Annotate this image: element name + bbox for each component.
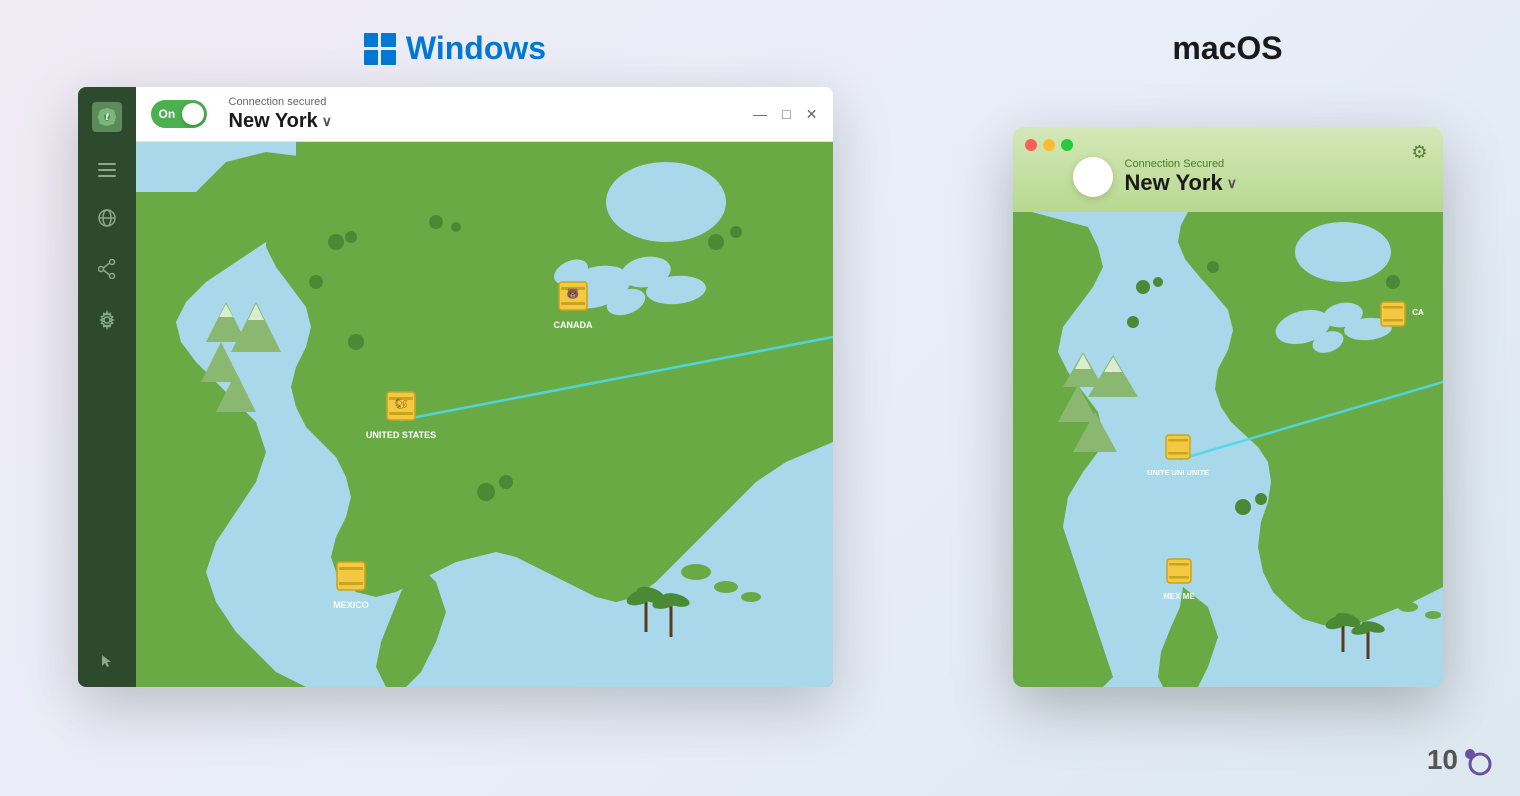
macos-platform-label: macOS [1172, 30, 1282, 67]
watermark-text: 10 [1427, 744, 1458, 776]
vpn-toggle[interactable]: On [151, 100, 207, 128]
win-logo: t [92, 102, 122, 132]
win-sidebar-icons [97, 162, 117, 623]
page-container: Windows t [0, 0, 1520, 796]
mac-traffic-lights [1025, 139, 1073, 151]
macos-section: macOS Connection Secured New York [1013, 30, 1443, 687]
toggle-knob [182, 103, 204, 125]
location-text: New York [229, 110, 318, 133]
mac-maximize-button[interactable] [1061, 139, 1073, 151]
svg-text:🐻: 🐻 [566, 287, 579, 300]
mac-map-area: CA UNITE UNI UNITE [1013, 212, 1443, 687]
svg-text:CA: CA [1412, 308, 1424, 317]
mac-conn-secured-label: Connection Secured [1125, 158, 1237, 170]
win-sidebar-bottom [100, 653, 114, 672]
win-sidebar: t [78, 87, 136, 687]
watermark-logo [1462, 746, 1490, 774]
windows-platform-label: Windows [364, 30, 546, 67]
svg-text:MEX ME: MEX ME [1163, 592, 1195, 601]
windows-icon [364, 33, 396, 65]
svg-text:MEXICO: MEXICO [333, 600, 369, 610]
location-chevron: ∨ [322, 113, 332, 130]
svg-text:UNITED STATES: UNITED STATES [365, 430, 435, 440]
mac-conn-location[interactable]: New York ∨ [1125, 170, 1237, 196]
platforms-row: Windows t [0, 30, 1520, 687]
mac-location-chevron: ∨ [1227, 175, 1237, 192]
macos-app-window: Connection Secured New York ∨ ⚙ [1013, 127, 1443, 687]
windows-label-text: Windows [406, 30, 546, 67]
toggle-on-label: On [159, 107, 176, 121]
mac-close-button[interactable] [1025, 139, 1037, 151]
svg-text:CANADA: CANADA [553, 320, 592, 330]
svg-text:🐿: 🐿 [394, 398, 407, 410]
svg-text:UNITE UNI UNITE: UNITE UNI UNITE [1146, 468, 1208, 477]
mac-header: Connection Secured New York ∨ ⚙ [1013, 127, 1443, 212]
share-icon[interactable] [98, 259, 116, 282]
conn-secured-label: Connection secured [229, 96, 333, 108]
settings-icon[interactable] [97, 310, 117, 333]
win-window-controls: — □ ✕ [753, 106, 817, 123]
windows-app-window: t [78, 87, 833, 687]
win-main: On Connection secured New York ∨ [136, 87, 833, 687]
win-map-area: 🐻 CANADA 🐿 UNITED STATES [136, 142, 833, 687]
mac-conn-info: Connection Secured New York ∨ [1125, 158, 1237, 196]
mac-vpn-toggle[interactable] [1073, 157, 1113, 197]
windows-section: Windows t [78, 30, 833, 687]
globe-icon[interactable] [97, 208, 117, 231]
minimize-button[interactable]: — [753, 106, 767, 122]
mac-settings-icon[interactable]: ⚙ [1411, 142, 1427, 163]
maximize-button[interactable]: □ [782, 106, 790, 122]
connection-info: Connection secured New York ∨ [229, 96, 333, 133]
toggle-section: On Connection secured New York ∨ [151, 96, 333, 133]
macos-label-text: macOS [1172, 30, 1282, 67]
cursor-icon [100, 653, 114, 672]
close-button[interactable]: ✕ [806, 106, 818, 123]
mac-minimize-button[interactable] [1043, 139, 1055, 151]
watermark: 10 [1427, 744, 1490, 776]
win-titlebar: On Connection secured New York ∨ [136, 87, 833, 142]
conn-location[interactable]: New York ∨ [229, 110, 333, 133]
hamburger-icon[interactable] [98, 162, 116, 180]
mac-location-text: New York [1125, 170, 1223, 196]
